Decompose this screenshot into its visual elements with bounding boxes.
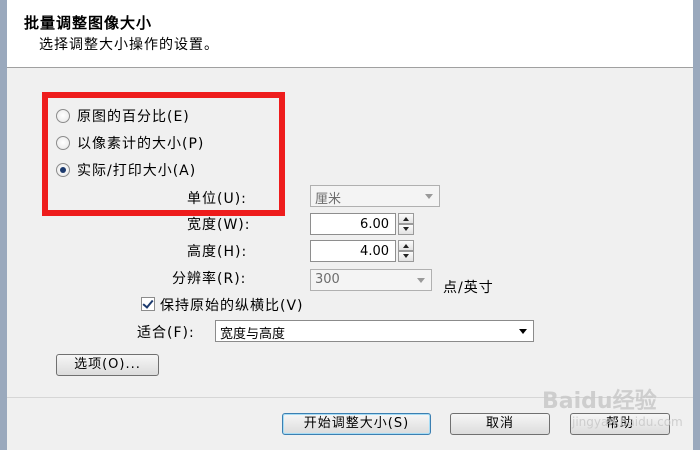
watermark-text: Baidu经验	[542, 389, 657, 414]
keep-ratio-checkbox[interactable]	[141, 297, 155, 311]
width-decrement-button[interactable]	[398, 224, 414, 235]
width-spinner[interactable]	[398, 213, 414, 235]
unit-dropdown[interactable]: 厘米	[310, 185, 440, 207]
resolution-value: 300	[315, 272, 340, 287]
dialog-header: 批量调整图像大小 选择调整大小操作的设置。	[7, 0, 693, 68]
chevron-down-icon	[519, 329, 527, 334]
chevron-down-icon	[425, 194, 433, 199]
keep-ratio-label[interactable]: 保持原始的纵横比(V)	[160, 295, 304, 315]
width-label: 宽度(W):	[187, 217, 251, 233]
resolution-label: 分辨率(R):	[172, 271, 247, 287]
batch-resize-dialog: 批量调整图像大小 选择调整大小操作的设置。 原图的百分比(E) 以像素计的大小(…	[7, 0, 693, 450]
unit-value: 厘米	[315, 192, 342, 207]
dialog-subtitle: 选择调整大小操作的设置。	[39, 37, 219, 53]
fit-dropdown[interactable]: 宽度与高度	[215, 320, 534, 342]
resolution-unit: 点/英寸	[443, 280, 494, 296]
fit-label: 适合(F):	[137, 325, 195, 341]
fit-value: 宽度与高度	[220, 327, 286, 342]
width-input[interactable]: 6.00	[310, 213, 396, 235]
start-resize-button[interactable]: 开始调整大小(S)	[282, 413, 431, 435]
height-increment-button[interactable]	[398, 240, 414, 251]
window-frame-left	[0, 0, 7, 450]
chevron-down-icon	[417, 278, 425, 283]
baidu-watermark-logo: Baidu经验 jingyan.baidu.com	[542, 375, 692, 435]
height-label: 高度(H):	[187, 244, 248, 260]
window-frame-right	[693, 0, 700, 450]
options-button[interactable]: 选项(O)...	[56, 354, 159, 376]
highlight-box	[42, 92, 285, 216]
cancel-button[interactable]: 取消	[450, 413, 550, 435]
width-increment-button[interactable]	[398, 213, 414, 224]
height-spinner[interactable]	[398, 240, 414, 262]
dialog-title: 批量调整图像大小	[24, 14, 153, 32]
height-decrement-button[interactable]	[398, 251, 414, 262]
watermark-subtext: jingyan.baidu.com	[572, 415, 683, 429]
height-input[interactable]: 4.00	[310, 240, 396, 262]
resolution-dropdown[interactable]: 300	[310, 269, 432, 291]
